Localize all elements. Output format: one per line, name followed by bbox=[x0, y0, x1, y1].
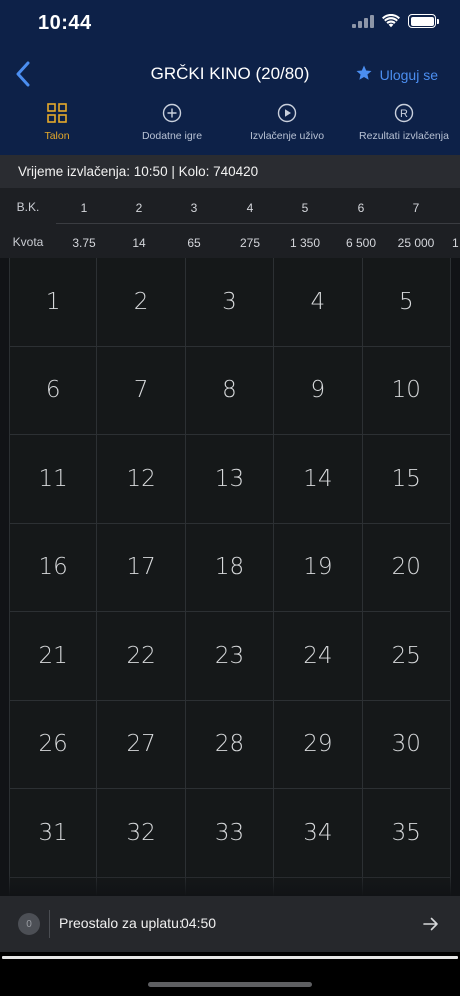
navigation-bar: GRČKI KINO (20/80) Uloguj se bbox=[0, 50, 460, 98]
draw-info: Vrijeme izvlačenja: 10:50 | Kolo: 740420 bbox=[0, 155, 460, 188]
star-icon bbox=[356, 65, 372, 80]
number-cell[interactable]: 3 bbox=[185, 258, 275, 347]
number-cell[interactable]: 9 bbox=[274, 346, 363, 435]
odds-row-kvota: Kvota 3.75 14 65 275 1 350 6 500 25 000 bbox=[0, 223, 460, 258]
chevron-left-icon bbox=[16, 61, 30, 87]
login-link[interactable]: Uloguj se bbox=[380, 67, 438, 83]
number-cell[interactable]: 34 bbox=[274, 789, 363, 878]
proceed-button[interactable] bbox=[420, 913, 442, 935]
number-cell[interactable]: 20 bbox=[362, 523, 451, 612]
kvota-cell: 14 bbox=[132, 236, 146, 250]
number-cell[interactable]: 33 bbox=[185, 789, 275, 878]
number-cell[interactable]: 7 bbox=[97, 346, 186, 435]
number-cell[interactable]: 24 bbox=[274, 612, 363, 701]
number-cell[interactable]: 23 bbox=[185, 612, 275, 701]
number-cell[interactable]: 22 bbox=[97, 612, 186, 701]
odds-row-bk: B.K. 1 2 3 4 5 6 7 bbox=[0, 188, 460, 223]
status-icons bbox=[352, 14, 439, 28]
wifi-icon bbox=[382, 14, 400, 28]
bk-cell: 3 bbox=[190, 201, 198, 215]
odds-overflow-column: 1 bbox=[451, 188, 460, 258]
kvota-label: Kvota bbox=[12, 235, 44, 249]
tab-bar: Talon Dodatne igre Izvlačenje uživo R Re… bbox=[0, 102, 460, 150]
ticket-bar[interactable]: 0 Preostalo za uplatu: 04:50 bbox=[0, 896, 460, 952]
remaining-time: 04:50 bbox=[181, 915, 217, 931]
remaining-label: Preostalo za uplatu: bbox=[59, 915, 183, 931]
kvota-cell: 6 500 bbox=[345, 236, 377, 250]
r-circle-icon: R bbox=[394, 103, 414, 123]
tab-label: Rezultati izvlačenja bbox=[359, 130, 449, 142]
kvota-cell: 275 bbox=[239, 236, 261, 250]
favorite-button[interactable] bbox=[355, 64, 373, 82]
number-cell[interactable]: 16 bbox=[9, 523, 98, 612]
bk-cell: 5 bbox=[301, 201, 309, 215]
number-cell[interactable]: 14 bbox=[274, 435, 363, 524]
arrow-right-icon bbox=[423, 917, 438, 931]
number-cell[interactable]: 6 bbox=[9, 346, 98, 435]
tab-label: Izvlačenje uživo bbox=[249, 130, 325, 142]
number-cell[interactable]: 5 bbox=[362, 258, 451, 347]
selected-count-badge: 0 bbox=[18, 913, 40, 935]
tab-label: Talon bbox=[44, 130, 70, 142]
kvota-cell: 1 350 bbox=[289, 236, 321, 250]
bk-cell: 6 bbox=[357, 201, 365, 215]
bk-cell: 7 bbox=[412, 201, 420, 215]
bar-separator bbox=[49, 910, 50, 938]
tab-izvlacenje-uzivo[interactable]: Izvlačenje uživo bbox=[242, 102, 332, 150]
home-indicator[interactable] bbox=[148, 982, 312, 987]
cellular-signal-icon bbox=[352, 14, 374, 28]
number-cell[interactable]: 8 bbox=[185, 346, 275, 435]
number-cell[interactable]: 25 bbox=[362, 612, 451, 701]
status-bar: 10:44 bbox=[0, 0, 460, 48]
battery-icon bbox=[408, 14, 439, 28]
app-header: 10:44 GRČKI KINO (20/80) Uloguj se Talon… bbox=[0, 0, 460, 155]
kvota-cell: 3.75 bbox=[72, 236, 96, 250]
plus-circle-icon bbox=[162, 103, 182, 123]
kvota-cell-partial: 1 bbox=[452, 236, 459, 250]
bk-label: B.K. bbox=[16, 200, 40, 214]
number-cell[interactable]: 35 bbox=[362, 789, 451, 878]
tab-dodatne-igre[interactable]: Dodatne igre bbox=[130, 102, 214, 150]
draw-info-text: Vrijeme izvlačenja: 10:50 | Kolo: 740420 bbox=[18, 164, 259, 179]
back-button[interactable] bbox=[8, 56, 38, 92]
number-grid: 1 2 3 4 5 6 7 8 9 10 11 12 13 14 15 16 17 18 19 20 21 22 23 24 2… bbox=[9, 258, 451, 896]
number-cell[interactable]: 12 bbox=[97, 435, 186, 524]
number-cell[interactable]: 17 bbox=[97, 523, 186, 612]
number-cell[interactable]: 4 bbox=[274, 258, 363, 347]
number-cell[interactable]: 13 bbox=[185, 435, 275, 524]
odds-table[interactable]: B.K. 1 2 3 4 5 6 7 Kvota 3.75 14 65 275 … bbox=[0, 188, 460, 258]
number-cell[interactable]: 21 bbox=[9, 612, 98, 701]
number-cell[interactable]: 31 bbox=[9, 789, 98, 878]
number-cell[interactable]: 1 bbox=[9, 258, 98, 347]
status-time: 10:44 bbox=[38, 12, 92, 34]
kvota-cell: 25 000 bbox=[397, 236, 435, 250]
grid-icon bbox=[47, 103, 67, 123]
scroll-fade bbox=[0, 874, 460, 896]
number-cell[interactable]: 30 bbox=[362, 700, 451, 789]
number-cell[interactable]: 26 bbox=[9, 700, 98, 789]
svg-text:R: R bbox=[400, 108, 408, 120]
number-cell[interactable]: 27 bbox=[97, 700, 186, 789]
number-board: 1 2 3 4 5 6 7 8 9 10 11 12 13 14 15 16 17 18 19 20 21 22 23 24 2… bbox=[0, 258, 460, 896]
number-cell[interactable]: 18 bbox=[185, 523, 275, 612]
play-circle-icon bbox=[277, 103, 297, 123]
number-cell[interactable]: 28 bbox=[185, 700, 275, 789]
timer-progress-bar bbox=[2, 956, 458, 959]
tab-talon[interactable]: Talon bbox=[31, 102, 83, 150]
kvota-cell: 65 bbox=[187, 236, 201, 250]
number-cell[interactable]: 10 bbox=[362, 346, 451, 435]
tab-label: Dodatne igre bbox=[141, 130, 203, 142]
bk-cell: 4 bbox=[246, 201, 254, 215]
bk-cell: 1 bbox=[80, 201, 88, 215]
tab-rezultati-izvlacenja[interactable]: R Rezultati izvlačenja bbox=[358, 102, 450, 150]
bk-cell: 2 bbox=[135, 201, 143, 215]
bottom-area bbox=[0, 952, 460, 996]
number-cell[interactable]: 32 bbox=[97, 789, 186, 878]
number-cell[interactable]: 11 bbox=[9, 435, 98, 524]
number-cell[interactable]: 19 bbox=[274, 523, 363, 612]
number-cell[interactable]: 2 bbox=[97, 258, 186, 347]
number-cell[interactable]: 29 bbox=[274, 700, 363, 789]
number-cell[interactable]: 15 bbox=[362, 435, 451, 524]
